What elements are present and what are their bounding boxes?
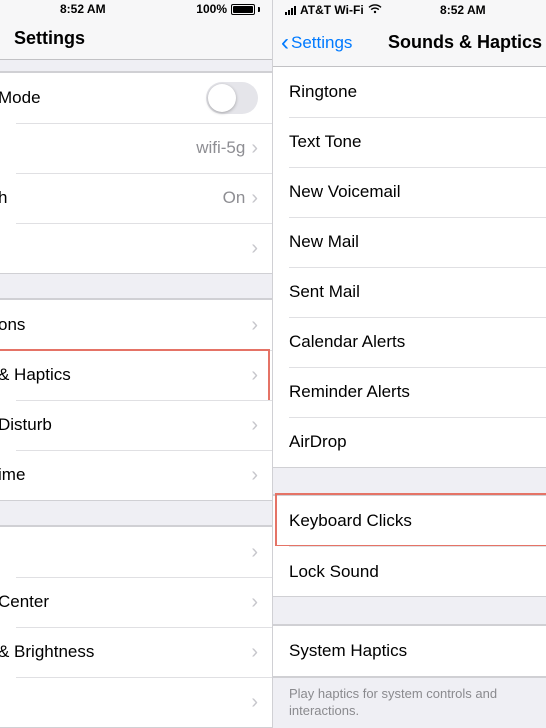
row-label: h bbox=[0, 188, 223, 208]
chevron-right-icon: › bbox=[251, 238, 258, 258]
row-ringtone[interactable]: Ringtone bbox=[273, 67, 546, 117]
chevron-right-icon: › bbox=[251, 542, 258, 562]
row-label: & Brightness bbox=[0, 642, 251, 662]
status-bar: 8:52 AM 100% bbox=[0, 0, 272, 18]
page-title: Settings bbox=[0, 28, 272, 49]
group-general: › Center › & Brightness › › bbox=[0, 526, 272, 728]
row-wifi[interactable]: wifi-5g › bbox=[0, 123, 272, 173]
row-label: Ringtone bbox=[289, 82, 532, 102]
row-keyboard-clicks[interactable]: Keyboard Clicks bbox=[273, 496, 546, 546]
group-connectivity: Mode wifi-5g › h On › › bbox=[0, 72, 272, 274]
row-control-center[interactable]: Center › bbox=[0, 577, 272, 627]
row-new-mail[interactable]: New Mail bbox=[273, 217, 546, 267]
row-label: New Voicemail bbox=[289, 182, 532, 202]
group-notifications: ons › & Haptics › Disturb › ime › bbox=[0, 299, 272, 501]
chevron-right-icon: › bbox=[251, 692, 258, 712]
row-label: AirDrop bbox=[289, 432, 532, 452]
row-label: Text Tone bbox=[289, 132, 532, 152]
section-gap bbox=[273, 597, 546, 625]
row-airplane-mode[interactable]: Mode bbox=[0, 73, 272, 123]
chevron-right-icon: › bbox=[251, 465, 258, 485]
section-gap bbox=[0, 60, 272, 72]
row-label: Disturb bbox=[0, 415, 251, 435]
nav-bar: Settings bbox=[0, 18, 272, 60]
chevron-left-icon: ‹ bbox=[281, 31, 289, 55]
row-label: System Haptics bbox=[289, 641, 532, 661]
section-gap bbox=[0, 274, 272, 299]
status-time: 8:52 AM bbox=[420, 3, 486, 17]
settings-screen: 8:52 AM 100% Settings Mode wifi-5g › bbox=[0, 0, 273, 728]
chevron-right-icon: › bbox=[251, 138, 258, 158]
row-bluetooth[interactable]: h On › bbox=[0, 173, 272, 223]
back-label: Settings bbox=[291, 33, 352, 53]
status-bar: AT&T Wi-Fi 8:52 AM bbox=[273, 0, 546, 20]
row-detail: wifi-5g bbox=[196, 138, 245, 158]
battery-icon bbox=[231, 4, 260, 15]
group-sounds: Ringtone Text Tone New Voicemail New Mai… bbox=[273, 67, 546, 468]
row-label: Keyboard Clicks bbox=[289, 511, 532, 531]
row-label: ons bbox=[0, 315, 251, 335]
row-extra[interactable]: › bbox=[0, 677, 272, 727]
section-gap bbox=[0, 501, 272, 526]
row-label: Mode bbox=[0, 88, 206, 108]
row-label: Sent Mail bbox=[289, 282, 532, 302]
row-new-voicemail[interactable]: New Voicemail bbox=[273, 167, 546, 217]
row-cellular[interactable]: › bbox=[0, 223, 272, 273]
row-detail: On bbox=[223, 188, 246, 208]
group-keyboard: Keyboard Clicks Lock Sound bbox=[273, 495, 546, 597]
carrier-label: AT&T Wi-Fi bbox=[300, 3, 364, 17]
page-title: Sounds & Haptics bbox=[388, 20, 546, 65]
row-reminder-alerts[interactable]: Reminder Alerts bbox=[273, 367, 546, 417]
chevron-right-icon: › bbox=[251, 415, 258, 435]
chevron-right-icon: › bbox=[251, 315, 258, 335]
nav-bar: ‹ Settings Sounds & Haptics bbox=[273, 20, 546, 66]
row-do-not-disturb[interactable]: Disturb › bbox=[0, 400, 272, 450]
row-calendar-alerts[interactable]: Calendar Alerts bbox=[273, 317, 546, 367]
back-button[interactable]: ‹ Settings bbox=[281, 31, 352, 55]
row-label: Reminder Alerts bbox=[289, 382, 532, 402]
row-lock-sound[interactable]: Lock Sound bbox=[273, 546, 546, 596]
toggle-airplane-mode[interactable] bbox=[206, 82, 258, 114]
status-time: 8:52 AM bbox=[12, 2, 196, 16]
row-airdrop[interactable]: AirDrop bbox=[273, 417, 546, 467]
row-label: & Haptics bbox=[0, 365, 251, 385]
group-system-haptics: System Haptics bbox=[273, 625, 546, 677]
row-sounds-haptics[interactable]: & Haptics › bbox=[0, 350, 272, 400]
chevron-right-icon: › bbox=[251, 592, 258, 612]
row-label: Center bbox=[0, 592, 251, 612]
row-system-haptics[interactable]: System Haptics bbox=[273, 626, 546, 676]
wifi-icon bbox=[368, 3, 382, 17]
row-text-tone[interactable]: Text Tone bbox=[273, 117, 546, 167]
row-label: Calendar Alerts bbox=[289, 332, 532, 352]
chevron-right-icon: › bbox=[251, 188, 258, 208]
chevron-right-icon: › bbox=[251, 642, 258, 662]
row-sent-mail[interactable]: Sent Mail bbox=[273, 267, 546, 317]
row-label: Lock Sound bbox=[289, 562, 532, 582]
row-notifications[interactable]: ons › bbox=[0, 300, 272, 350]
row-display-brightness[interactable]: & Brightness › bbox=[0, 627, 272, 677]
signal-icon bbox=[285, 5, 296, 15]
sounds-haptics-screen: AT&T Wi-Fi 8:52 AM ‹ Settings Sounds & H… bbox=[273, 0, 546, 728]
battery-percent: 100% bbox=[196, 2, 227, 16]
chevron-right-icon: › bbox=[251, 365, 258, 385]
section-gap bbox=[273, 468, 546, 496]
row-label: ime bbox=[0, 465, 251, 485]
section-footer: Play haptics for system controls and int… bbox=[273, 677, 546, 728]
row-label: New Mail bbox=[289, 232, 532, 252]
row-screen-time[interactable]: ime › bbox=[0, 450, 272, 500]
row-general[interactable]: › bbox=[0, 527, 272, 577]
